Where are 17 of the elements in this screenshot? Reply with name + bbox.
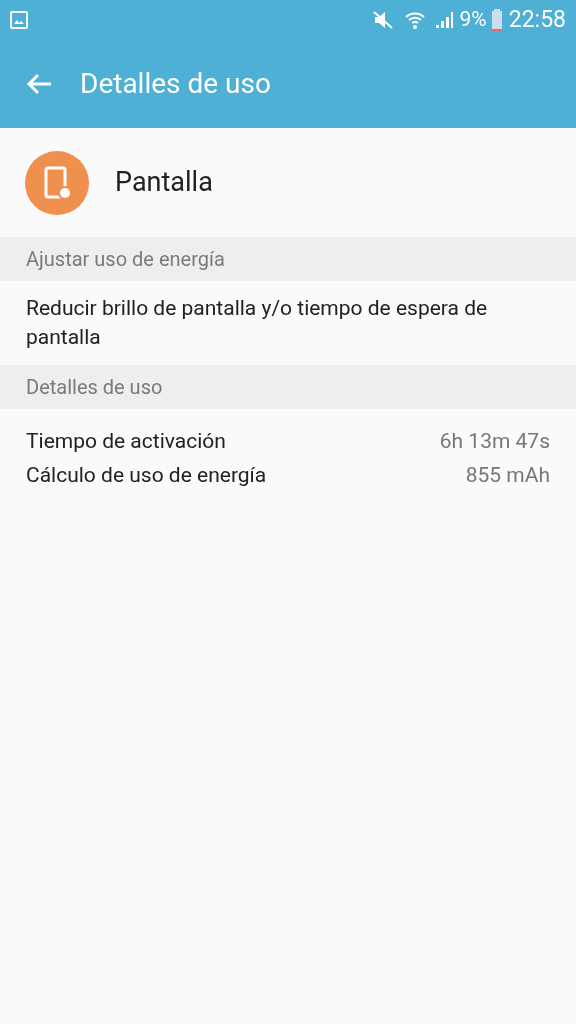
detail-label: Cálculo de uso de energía: [26, 462, 267, 489]
section-header: Detalles de uso: [26, 374, 163, 401]
battery-icon: [490, 9, 503, 31]
signal-icon: [433, 10, 454, 30]
wifi-icon: [403, 10, 426, 30]
section-header: Ajustar uso de energía: [26, 246, 225, 273]
detail-value: 855 mAh: [465, 462, 550, 489]
detail-value: 6h 13m 47s: [439, 428, 550, 455]
clock: 22:58: [508, 4, 566, 35]
detail-label: Tiempo de activación: [26, 428, 226, 455]
screen-title: Detalles de uso: [80, 66, 271, 102]
app-name: Pantalla: [115, 165, 213, 201]
battery-percent: 9%: [459, 6, 487, 34]
mute-icon: [371, 10, 394, 30]
image-icon: [10, 11, 28, 29]
display-icon: [25, 150, 89, 215]
suggestion-text[interactable]: Reducir brillo de pantalla y/o tiempo de espera de pantalla: [0, 281, 576, 365]
